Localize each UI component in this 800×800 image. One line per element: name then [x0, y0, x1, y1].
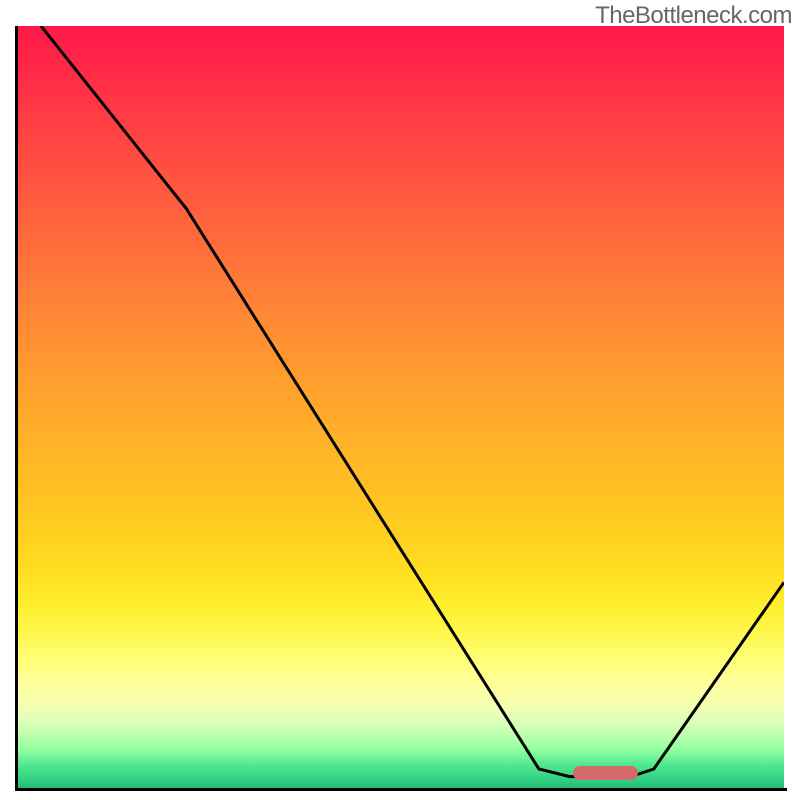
optimal-marker	[573, 766, 638, 780]
y-axis-line	[15, 26, 18, 788]
x-axis-line	[15, 788, 787, 791]
bottleneck-curve	[18, 26, 784, 788]
curve-path	[41, 26, 784, 777]
plot-area	[18, 26, 784, 788]
chart-container: TheBottleneck.com	[0, 0, 800, 800]
